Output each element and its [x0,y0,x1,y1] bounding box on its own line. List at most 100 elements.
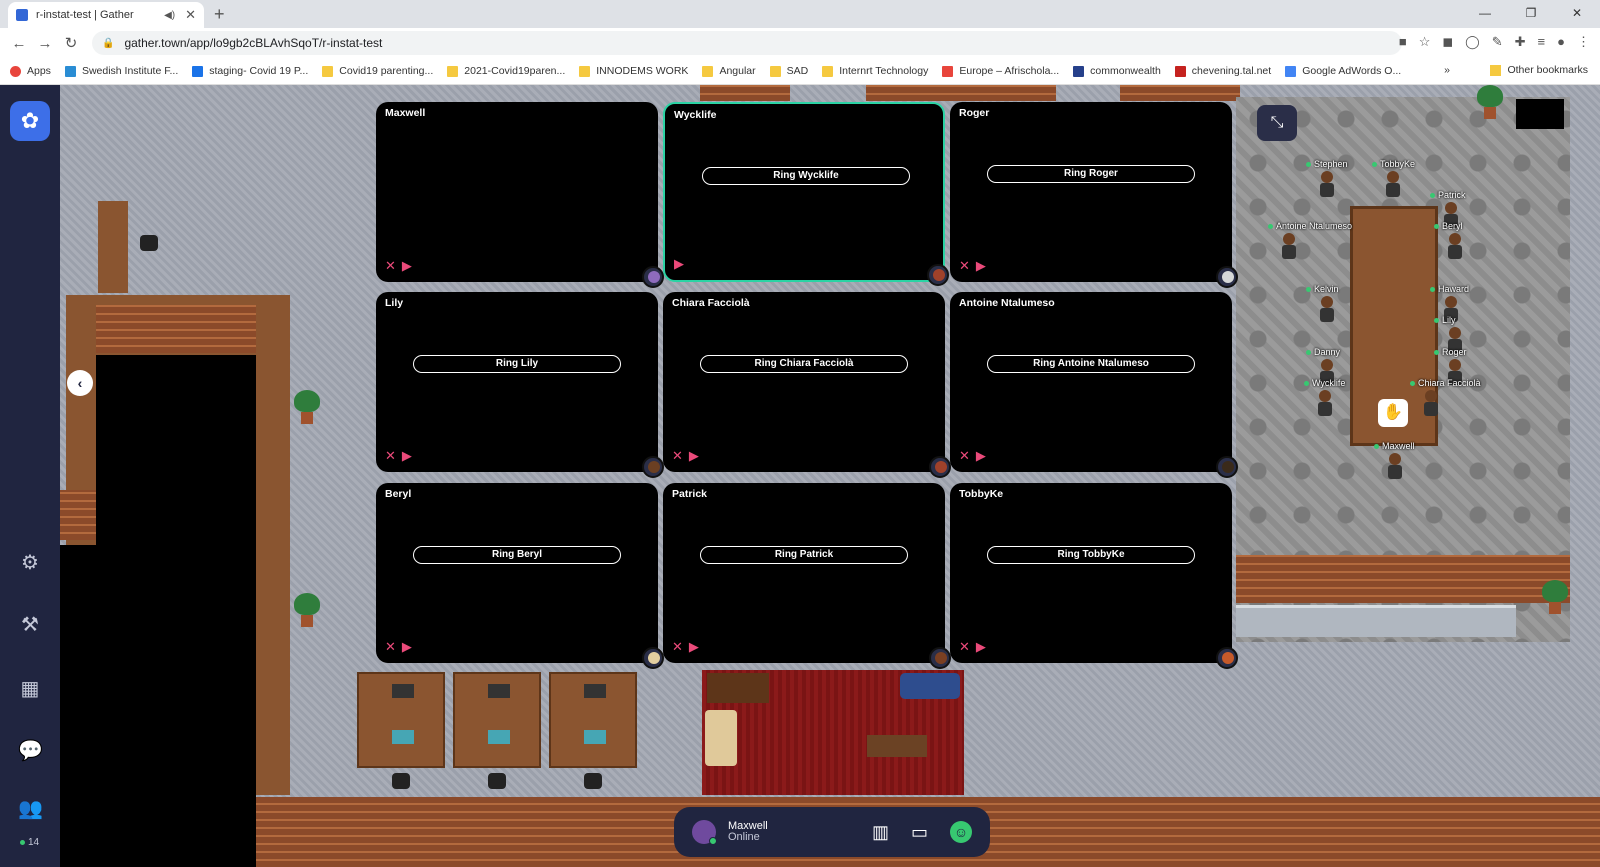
video-tile[interactable]: Patrick Ring Patrick ✕ ▶ [663,483,951,669]
map-avatar[interactable] [1318,296,1336,324]
camera-icon[interactable]: ■ [1399,34,1407,50]
map-avatar-nametag[interactable]: Danny [1306,347,1340,357]
tile-participant-name: Beryl [385,488,412,500]
ring-button[interactable]: Ring Lily [413,355,621,373]
map-avatar-nametag[interactable]: Chiara Facciolà [1410,378,1481,388]
user-info[interactable]: Maxwell Online [728,821,768,843]
map-avatar-nametag[interactable]: Roger [1434,347,1467,357]
ring-button[interactable]: Ring Beryl [413,546,621,564]
map-avatar-nametag[interactable]: TobbyKe [1372,159,1415,169]
video-tile[interactable]: Antoine Ntalumeso Ring Antoine Ntalumeso ✕… [950,292,1238,478]
video-tile[interactable]: Beryl Ring Beryl ✕ ▶ [376,483,664,669]
media-status: ✕ ▶ [959,639,986,655]
more-bookmarks-button[interactable]: » [1444,64,1450,76]
bookmark-item[interactable]: Angular [702,65,756,77]
back-icon[interactable]: ← [6,35,32,52]
bookmark-item[interactable]: 2021-Covid19paren... [447,65,565,77]
bookmark-favicon-icon [769,65,781,77]
bookmark-label: Google AdWords O... [1302,65,1402,77]
bookmark-item[interactable]: Europe – Afrischola... [942,65,1059,77]
menu-dots-icon[interactable]: ⋮ [1577,34,1590,50]
extension-icon[interactable]: ◼ [1442,34,1453,50]
video-tile[interactable]: Maxwell ✕ ▶ [376,102,664,288]
bookmark-item[interactable]: Apps [10,65,51,77]
address-bar[interactable]: 🔒 gather.town/app/lo9gb2cBLAvhSqoT/r-ins… [92,31,1402,55]
bookmark-label: Europe – Afrischola... [959,65,1060,77]
video-tile[interactable]: Lily Ring Lily ✕ ▶ [376,292,664,478]
map-avatar-nametag[interactable]: Patrick [1430,190,1466,200]
bookmark-label: Angular [719,65,756,77]
map-avatar-nametag[interactable]: Stephen [1306,159,1348,169]
minimize-grid-button[interactable]: ⤡ [1257,105,1297,141]
puzzle-icon[interactable]: ✚ [1515,34,1526,50]
star-icon[interactable]: ☆ [1419,34,1431,50]
bookmark-item[interactable]: Swedish Institute F... [64,65,178,77]
browser-tab[interactable]: r-instat-test | Gather ◀) ✕ [8,2,204,28]
map-avatar-nametag[interactable]: Haward [1430,284,1469,294]
bookmark-item[interactable]: Internrt Technology [822,65,928,77]
desk [453,672,541,768]
user-avatar[interactable] [692,820,717,845]
profile-avatar-icon[interactable]: ● [1557,34,1565,50]
bookmark-item[interactable]: INNODEMS WORK [579,65,688,77]
ring-button[interactable]: Ring Patrick [700,546,908,564]
map-avatar[interactable] [1446,233,1464,261]
calendar-icon[interactable]: ▦ [18,677,42,701]
bookmark-item[interactable]: chevening.tal.net [1174,65,1271,77]
bookmark-item[interactable]: commonwealth [1073,65,1161,77]
participants-icon[interactable]: 👥 [18,797,43,821]
video-tile[interactable]: Wycklife Ring Wycklife ▶ [663,102,949,286]
tile-avatar [642,456,664,478]
minimize-window-button[interactable]: — [1462,0,1508,28]
map-avatar-nametag[interactable]: Maxwell [1374,441,1415,451]
map-avatar-nametag[interactable]: Beryl [1434,221,1463,231]
ring-button[interactable]: Ring TobbyKe [987,546,1195,564]
pen-extension-icon[interactable]: ✎ [1492,34,1503,50]
bookmark-item[interactable]: staging- Covid 19 P... [192,65,308,77]
lock-icon[interactable]: 🔒 [102,38,114,49]
build-hammer-icon[interactable]: ⚒ [18,613,42,637]
reload-icon[interactable]: ↻ [58,34,84,52]
forward-icon[interactable]: → [32,35,58,52]
mic-off-icon: ✕ [385,448,396,463]
online-dot-icon [1268,223,1273,229]
bookmark-item[interactable]: Google AdWords O... [1285,65,1401,77]
gather-logo-icon[interactable]: ✿ [10,101,50,141]
map-avatar[interactable] [1318,171,1336,199]
new-tab-button[interactable]: + [214,4,225,25]
desk [357,672,445,768]
map-avatar[interactable] [1386,453,1404,481]
bookmark-item[interactable]: Covid19 parenting... [322,65,433,77]
map-avatar-nametag[interactable]: Antoine Ntalumeso [1268,221,1352,231]
video-tile[interactable]: Chiara Facciolà Ring Chiara Facciolà ✕ ▶ [663,292,951,478]
ring-button[interactable]: Ring Antoine Ntalumeso [987,355,1195,373]
close-tab-icon[interactable]: ✕ [185,7,196,23]
other-bookmarks[interactable]: Other bookmarks [1490,64,1588,76]
screen-share-icon[interactable]: ▭ [911,822,928,843]
bookmark-item[interactable]: SAD [769,65,808,77]
tile-avatar [642,266,664,288]
map-avatar[interactable] [1280,233,1298,261]
speaker-icon[interactable]: ◀) [164,10,175,21]
collapse-panel-button[interactable]: ‹ [67,370,93,396]
video-tile[interactable]: Roger Ring Roger ✕ ▶ [950,102,1238,288]
maximize-window-button[interactable]: ❐ [1508,0,1554,28]
map-avatar-nametag[interactable]: Lily [1434,315,1456,325]
map-icon[interactable]: ▥ [872,822,889,843]
circle-extension-icon[interactable]: ◯ [1465,34,1480,50]
settings-gear-icon[interactable]: ⚙ [18,551,42,575]
emoji-icon[interactable]: ☺ [950,821,972,843]
map-avatar[interactable] [1316,390,1334,418]
close-window-button[interactable]: ✕ [1554,0,1600,28]
map-avatar-nametag[interactable]: Wycklife [1304,378,1345,388]
ring-button[interactable]: Ring Chiara Facciolà [700,355,908,373]
camera-off-icon: ▶ [674,256,684,271]
chat-icon[interactable]: 💬 [18,739,43,763]
ring-button[interactable]: Ring Roger [987,165,1195,183]
video-tile[interactable]: TobbyKe Ring TobbyKe ✕ ▶ [950,483,1238,669]
map-avatar[interactable] [1422,390,1440,418]
map-avatar-nametag[interactable]: Kelvin [1306,284,1339,294]
playlist-icon[interactable]: ≡ [1538,34,1546,50]
map-avatar[interactable] [1384,171,1402,199]
ring-button[interactable]: Ring Wycklife [702,167,910,185]
